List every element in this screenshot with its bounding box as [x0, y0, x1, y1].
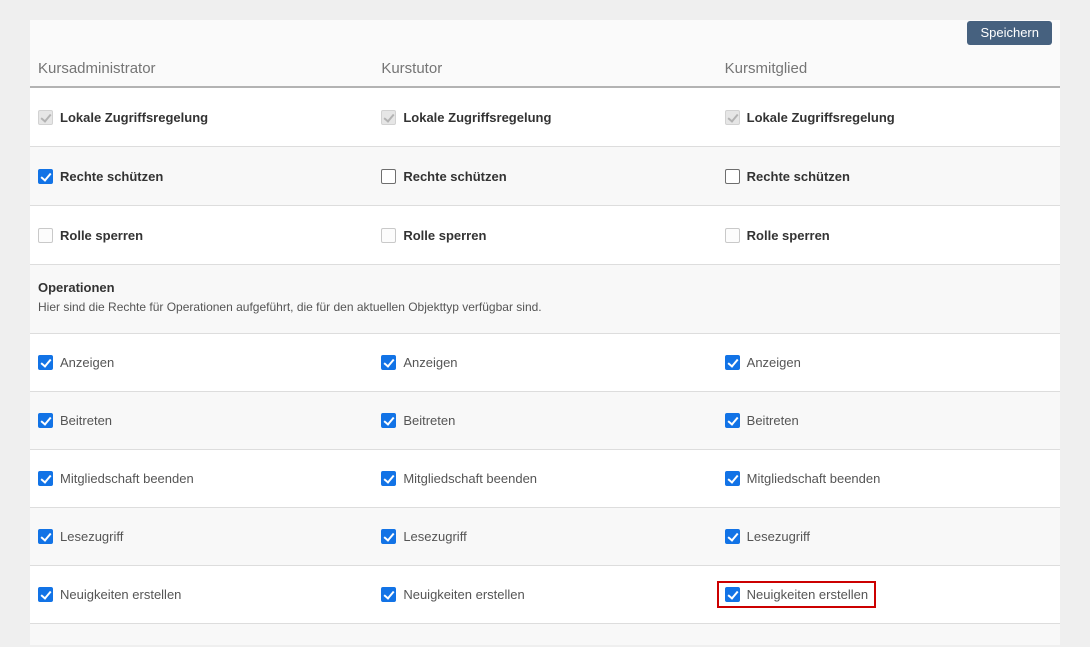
checkbox-lokale-zugriffsregelung	[725, 110, 740, 125]
permission-row-rolle-sperren: Rolle sperren Rolle sperren Rolle sperren	[30, 206, 1060, 265]
checkbox-mitgliedschaft-beenden[interactable]	[725, 471, 740, 486]
permission-cell: Lesezugriff	[30, 529, 373, 544]
permission-cell: Mitgliedschaft beenden	[373, 471, 716, 486]
operations-section-description: Hier sind die Rechte für Operationen auf…	[38, 300, 1052, 314]
permission-cell: Neuigkeiten erstellen	[30, 587, 373, 602]
permission-row-lokale-zugriffsregelung: Lokale Zugriffsregelung Lokale Zugriffsre…	[30, 88, 1060, 147]
permission-label: Rechte schützen	[403, 169, 506, 184]
checkbox-lesezugriff[interactable]	[725, 529, 740, 544]
permission-label: Neuigkeiten erstellen	[403, 587, 524, 602]
checkbox-anzeigen[interactable]	[725, 355, 740, 370]
permission-cell: Beitreten	[373, 413, 716, 428]
checkbox-anzeigen[interactable]	[381, 355, 396, 370]
checkbox-rechte-sch-tzen[interactable]	[725, 169, 740, 184]
highlight-box: Neuigkeiten erstellen	[717, 581, 876, 608]
column-header-kursadministrator: Kursadministrator	[30, 60, 373, 77]
permission-row-beitreten: Beitreten Beitreten Beitreten	[30, 392, 1060, 450]
permission-cell: Neuigkeiten erstellen	[717, 581, 1060, 608]
permission-label: Neuigkeiten erstellen	[747, 587, 868, 602]
permission-label: Rolle sperren	[747, 228, 830, 243]
permission-cell: Lesezugriff	[717, 529, 1060, 544]
checkbox-beitreten[interactable]	[725, 413, 740, 428]
permission-label: Lesezugriff	[747, 529, 810, 544]
checkbox-lesezugriff[interactable]	[381, 529, 396, 544]
permission-label: Beitreten	[747, 413, 799, 428]
permission-row-lesezugriff: Lesezugriff Lesezugriff Lesezugriff	[30, 508, 1060, 566]
operations-section-title: Operationen	[38, 280, 1052, 295]
permission-cell: Neuigkeiten erstellen	[373, 587, 716, 602]
panel-header: Speichern Kursadministrator Kurstutor Ku…	[30, 20, 1060, 88]
permission-label: Anzeigen	[403, 355, 457, 370]
checkbox-mitgliedschaft-beenden[interactable]	[381, 471, 396, 486]
permission-cell: Beitreten	[30, 413, 373, 428]
permission-cell: Mitgliedschaft beenden	[30, 471, 373, 486]
checkbox-rolle-sperren	[725, 228, 740, 243]
permission-label: Lokale Zugriffsregelung	[60, 110, 208, 125]
permission-label: Rechte schützen	[747, 169, 850, 184]
checkbox-neuigkeiten-erstellen[interactable]	[38, 587, 53, 602]
permission-row-anzeigen: Anzeigen Anzeigen Anzeigen	[30, 334, 1060, 392]
checkbox-beitreten[interactable]	[381, 413, 396, 428]
permission-cell: Lokale Zugriffsregelung	[373, 110, 716, 125]
checkbox-lokale-zugriffsregelung	[381, 110, 396, 125]
permission-row-rechte-sch-tzen: Rechte schützen Rechte schützen Rechte sch…	[30, 147, 1060, 206]
permission-label: Anzeigen	[747, 355, 801, 370]
permission-cell: Lokale Zugriffsregelung	[717, 110, 1060, 125]
checkbox-neuigkeiten-erstellen[interactable]	[381, 587, 396, 602]
checkbox-lesezugriff[interactable]	[38, 529, 53, 544]
permissions-panel: Speichern Kursadministrator Kurstutor Ku…	[30, 20, 1060, 645]
permission-label: Lokale Zugriffsregelung	[403, 110, 551, 125]
checkbox-mitgliedschaft-beenden[interactable]	[38, 471, 53, 486]
permission-label: Neuigkeiten erstellen	[60, 587, 181, 602]
permission-row-neuigkeiten-erstellen: Neuigkeiten erstellen Neuigkeiten erstell…	[30, 566, 1060, 624]
permission-label: Mitgliedschaft beenden	[403, 471, 537, 486]
permission-label: Beitreten	[60, 413, 112, 428]
permission-label: Mitgliedschaft beenden	[747, 471, 881, 486]
permission-cell: Mitgliedschaft beenden	[717, 471, 1060, 486]
permission-cell: Rechte schützen	[717, 169, 1060, 184]
flag-rows-container: Lokale Zugriffsregelung Lokale Zugriffsre…	[30, 88, 1060, 265]
operations-section-header: Operationen Hier sind die Rechte für Ope…	[30, 265, 1060, 334]
permission-cell: Rolle sperren	[717, 228, 1060, 243]
permission-cell: Rechte schützen	[373, 169, 716, 184]
permission-label: Rolle sperren	[403, 228, 486, 243]
permission-cell: Beitreten	[717, 413, 1060, 428]
permission-label: Beitreten	[403, 413, 455, 428]
permission-cell: Rolle sperren	[373, 228, 716, 243]
permission-label: Anzeigen	[60, 355, 114, 370]
checkbox-rolle-sperren	[38, 228, 53, 243]
permission-cell: Anzeigen	[373, 355, 716, 370]
permission-label: Rechte schützen	[60, 169, 163, 184]
permission-label: Lesezugriff	[403, 529, 466, 544]
checkbox-rolle-sperren	[381, 228, 396, 243]
next-section-partial-row	[30, 624, 1060, 645]
checkbox-neuigkeiten-erstellen[interactable]	[725, 587, 740, 602]
permission-label: Lesezugriff	[60, 529, 123, 544]
column-header-kursmitglied: Kursmitglied	[717, 60, 1060, 77]
permission-label: Rolle sperren	[60, 228, 143, 243]
column-header-kurstutor: Kurstutor	[373, 60, 716, 77]
checkbox-rechte-sch-tzen[interactable]	[38, 169, 53, 184]
column-header-row: Kursadministrator Kurstutor Kursmitglied	[30, 60, 1060, 77]
permission-label: Lokale Zugriffsregelung	[747, 110, 895, 125]
checkbox-rechte-sch-tzen[interactable]	[381, 169, 396, 184]
operation-rows-container: AnzeigenAnzeigenAnzeigenBeitretenBeitret…	[30, 334, 1060, 624]
permission-row-mitgliedschaft-beenden: Mitgliedschaft beenden Mitgliedschaft bee…	[30, 450, 1060, 508]
permission-label: Mitgliedschaft beenden	[60, 471, 194, 486]
save-button[interactable]: Speichern	[967, 21, 1052, 45]
checkbox-anzeigen[interactable]	[38, 355, 53, 370]
permission-cell: Rolle sperren	[30, 228, 373, 243]
checkbox-lokale-zugriffsregelung	[38, 110, 53, 125]
checkbox-beitreten[interactable]	[38, 413, 53, 428]
permission-cell: Anzeigen	[30, 355, 373, 370]
permission-cell: Lokale Zugriffsregelung	[30, 110, 373, 125]
permission-cell: Anzeigen	[717, 355, 1060, 370]
permission-cell: Lesezugriff	[373, 529, 716, 544]
permission-cell: Rechte schützen	[30, 169, 373, 184]
